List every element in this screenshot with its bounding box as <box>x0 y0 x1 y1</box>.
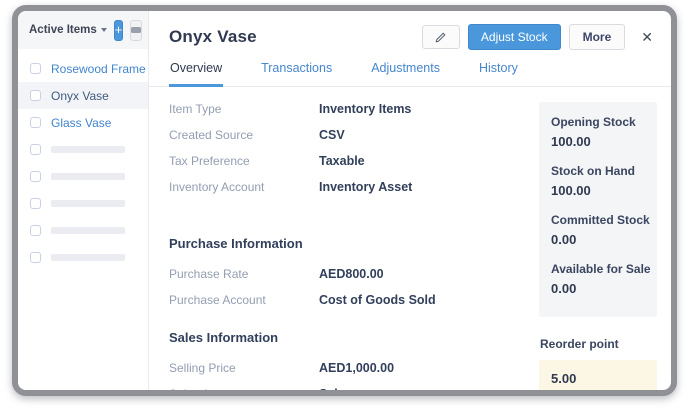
field-value: Cost of Goods Sold <box>319 293 436 307</box>
field-label: Created Source <box>169 128 319 142</box>
stat-committed-stock: Committed Stock 0.00 <box>551 213 645 247</box>
item-checkbox[interactable] <box>30 144 41 155</box>
field-label: Item Type <box>169 102 319 116</box>
detail-row-sales-account: Sales Account Sales <box>169 387 521 390</box>
sales-information-heading: Sales Information <box>169 330 521 345</box>
field-value: Sales <box>319 387 352 390</box>
close-button[interactable]: ✕ <box>637 27 657 48</box>
item-row-onyx-vase[interactable]: Onyx Vase <box>18 82 148 109</box>
stat-opening-stock: Opening Stock 100.00 <box>551 115 645 149</box>
item-detail-panel: Onyx Vase Adjust Stock More ✕ Overview T… <box>149 11 671 390</box>
purchase-information-heading: Purchase Information <box>169 236 521 251</box>
detail-header: Onyx Vase Adjust Stock More ✕ <box>149 11 671 59</box>
items-sidebar: Active Items + Rosewood Frame Onyx Vase … <box>18 11 149 390</box>
item-details-window: Active Items + Rosewood Frame Onyx Vase … <box>12 5 677 396</box>
stat-label: Committed Stock <box>551 213 645 227</box>
header-actions: Adjust Stock More ✕ <box>422 24 657 50</box>
field-value: CSV <box>319 128 345 142</box>
item-row-loading <box>18 163 148 190</box>
stat-label: Available for Sale <box>551 262 645 276</box>
plus-icon: + <box>115 22 123 37</box>
detail-row-tax-preference: Tax Preference Taxable <box>169 154 521 168</box>
field-value: Inventory Asset <box>319 180 412 194</box>
pencil-icon <box>434 31 447 44</box>
item-row-glass-vase[interactable]: Glass Vase <box>18 109 148 136</box>
tab-transactions[interactable]: Transactions <box>260 59 333 87</box>
stat-value: 100.00 <box>551 183 645 198</box>
reorder-point-label: Reorder point <box>539 337 657 351</box>
detail-row-inventory-account: Inventory Account Inventory Asset <box>169 180 521 194</box>
skeleton-placeholder <box>51 200 125 207</box>
item-checkbox[interactable] <box>30 252 41 263</box>
more-button[interactable]: More <box>569 24 626 50</box>
list-view-icon <box>131 27 141 33</box>
detail-row-item-type: Item Type Inventory Items <box>169 102 521 116</box>
item-list: Rosewood Frame Onyx Vase Glass Vase <box>18 55 148 271</box>
field-value: AED800.00 <box>319 267 384 281</box>
add-item-button[interactable]: + <box>114 20 124 41</box>
close-icon: ✕ <box>641 29 653 45</box>
items-filter-dropdown[interactable]: Active Items <box>29 24 107 36</box>
stat-available-for-sale: Available for Sale 0.00 <box>551 262 645 296</box>
item-checkbox[interactable] <box>30 63 41 74</box>
field-label: Inventory Account <box>169 180 319 194</box>
detail-tabs: Overview Transactions Adjustments Histor… <box>149 59 671 87</box>
detail-row-purchase-account: Purchase Account Cost of Goods Sold <box>169 293 521 307</box>
list-view-toggle-button[interactable] <box>130 20 142 41</box>
overview-content: Item Type Inventory Items Created Source… <box>149 87 671 390</box>
skeleton-placeholder <box>51 146 125 153</box>
tab-adjustments[interactable]: Adjustments <box>370 59 441 87</box>
reorder-point-value: 5.00 <box>551 371 645 386</box>
stat-value: 100.00 <box>551 134 645 149</box>
field-value: Inventory Items <box>319 102 411 116</box>
item-label[interactable]: Glass Vase <box>51 116 111 130</box>
field-label: Selling Price <box>169 361 319 375</box>
item-checkbox[interactable] <box>30 198 41 209</box>
items-filter-label: Active Items <box>29 24 97 36</box>
item-checkbox[interactable] <box>30 171 41 182</box>
chevron-down-icon <box>101 28 107 32</box>
item-row-loading <box>18 136 148 163</box>
field-label: Sales Account <box>169 387 319 390</box>
stock-summary-column: Opening Stock 100.00 Stock on Hand 100.0… <box>539 102 657 390</box>
field-label: Tax Preference <box>169 154 319 168</box>
detail-row-purchase-rate: Purchase Rate AED800.00 <box>169 267 521 281</box>
item-label[interactable]: Onyx Vase <box>51 89 109 103</box>
reorder-point-box: 5.00 <box>539 360 657 390</box>
item-checkbox[interactable] <box>30 90 41 101</box>
tab-overview[interactable]: Overview <box>169 59 223 87</box>
field-value: Taxable <box>319 154 365 168</box>
stat-stock-on-hand: Stock on Hand 100.00 <box>551 164 645 198</box>
item-label[interactable]: Rosewood Frame <box>51 62 146 76</box>
item-row-rosewood-frame[interactable]: Rosewood Frame <box>18 55 148 82</box>
stat-value: 0.00 <box>551 281 645 296</box>
stat-label: Opening Stock <box>551 115 645 129</box>
adjust-stock-button[interactable]: Adjust Stock <box>468 24 561 50</box>
item-row-loading <box>18 190 148 217</box>
field-value: AED1,000.00 <box>319 361 394 375</box>
skeleton-placeholder <box>51 227 125 234</box>
field-label: Purchase Rate <box>169 267 319 281</box>
page-title: Onyx Vase <box>169 27 257 47</box>
skeleton-placeholder <box>51 254 125 261</box>
stock-summary-panel: Opening Stock 100.00 Stock on Hand 100.0… <box>539 102 657 317</box>
sidebar-header: Active Items + <box>18 11 148 49</box>
field-label: Purchase Account <box>169 293 319 307</box>
tab-history[interactable]: History <box>478 59 519 87</box>
stat-value: 0.00 <box>551 232 645 247</box>
item-row-loading <box>18 217 148 244</box>
detail-row-selling-price: Selling Price AED1,000.00 <box>169 361 521 375</box>
item-checkbox[interactable] <box>30 117 41 128</box>
item-details-column: Item Type Inventory Items Created Source… <box>169 102 521 390</box>
item-checkbox[interactable] <box>30 225 41 236</box>
detail-row-created-source: Created Source CSV <box>169 128 521 142</box>
item-row-loading <box>18 244 148 271</box>
edit-item-button[interactable] <box>422 25 460 49</box>
stat-label: Stock on Hand <box>551 164 645 178</box>
skeleton-placeholder <box>51 173 125 180</box>
